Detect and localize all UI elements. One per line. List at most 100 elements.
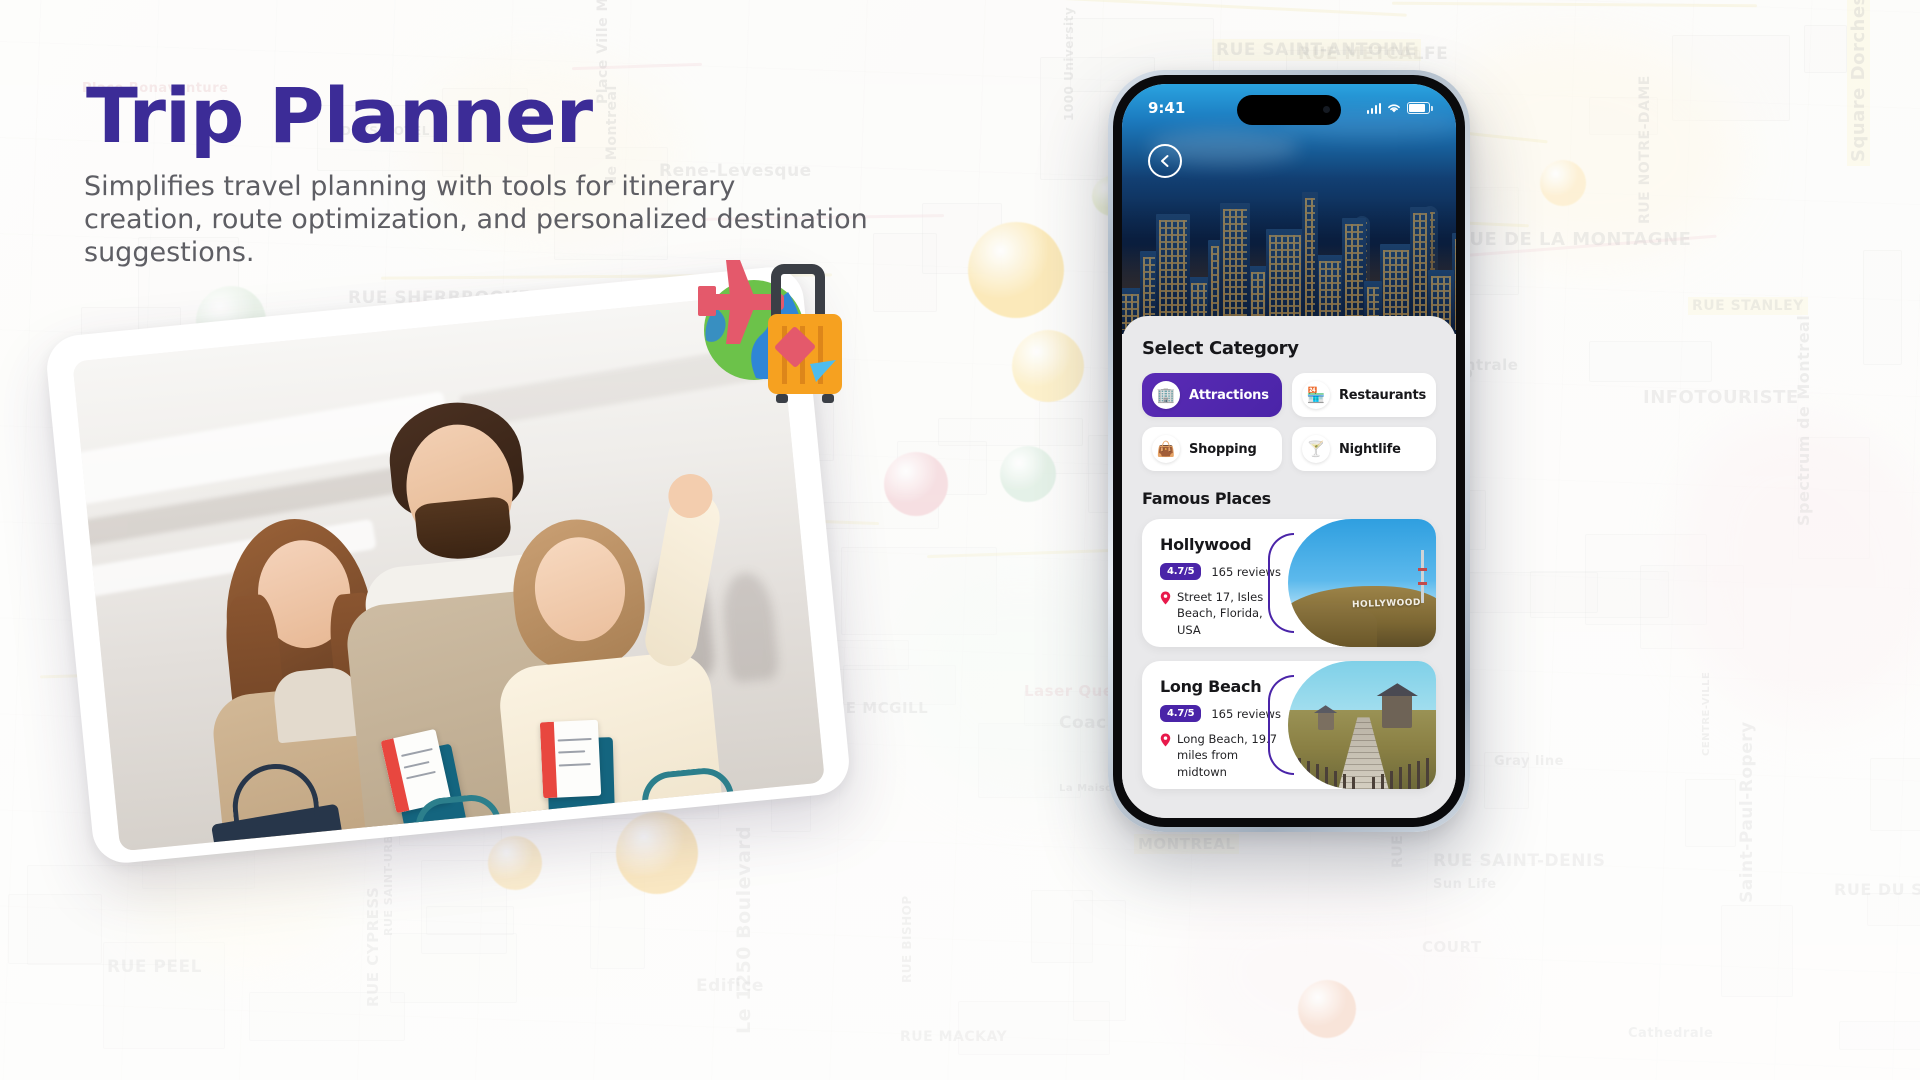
dynamic-island <box>1237 95 1341 125</box>
building <box>1220 203 1250 334</box>
status-indicators <box>1366 102 1433 114</box>
select-category-heading: Select Category <box>1142 338 1299 359</box>
fence-post <box>1298 757 1301 789</box>
map-color-wash <box>1440 40 1740 260</box>
place-thumbnail-long-beach <box>1288 661 1436 789</box>
map-block <box>1685 779 1736 848</box>
globe-plane-suitcase-illustration <box>680 248 860 408</box>
cellular-signal-icon <box>1366 102 1381 114</box>
map-label: Edifice <box>696 976 764 996</box>
phone-screen: 9:41 Trip Planner <box>1122 84 1456 818</box>
phone-mockup: 9:41 Trip Planner <box>1108 70 1470 832</box>
map-label: RUE PEEL <box>107 957 202 977</box>
location-pin-icon <box>1160 591 1171 605</box>
fence-post <box>1372 777 1375 789</box>
map-label: Gray line <box>1494 754 1564 769</box>
map-label: CENTRE-VILLE <box>1701 671 1712 756</box>
map-block <box>938 418 1084 447</box>
decorative-sphere <box>884 452 948 516</box>
fence-post <box>1334 770 1337 789</box>
fence-post <box>1417 761 1420 789</box>
map-block <box>249 992 405 1041</box>
map-block <box>1870 758 1920 832</box>
back-button[interactable] <box>1148 144 1182 178</box>
category-restaurants[interactable]: 🏪 Restaurants <box>1292 373 1436 417</box>
fence-post <box>1307 761 1310 789</box>
map-label: Sun Life <box>1433 877 1497 892</box>
category-nightlife[interactable]: 🍸 Nightlife <box>1292 427 1436 471</box>
map-block <box>1585 534 1707 625</box>
fence-post <box>1325 767 1328 789</box>
map-label: RUE SAINT-ANTOINE <box>1212 39 1421 61</box>
wifi-icon <box>1388 104 1400 113</box>
location-pin-icon <box>1160 733 1171 747</box>
map-label: RUE CYPRESS <box>364 886 382 1007</box>
category-label: Nightlife <box>1339 441 1401 457</box>
boardwalk-plank <box>1338 769 1389 771</box>
map-block <box>1672 35 1790 122</box>
famous-places-heading: Famous Places <box>1142 489 1271 508</box>
suitcase-icon <box>768 264 842 403</box>
fence-post <box>1343 773 1346 789</box>
map-label: RUE BISHOP <box>900 895 914 983</box>
building <box>1410 207 1430 334</box>
map-label: Place Ville Marie <box>595 0 611 104</box>
map-block <box>27 865 177 965</box>
fence-post <box>1426 757 1429 789</box>
category-attractions[interactable]: 🏢 Attractions <box>1142 373 1282 417</box>
chevron-left-icon <box>1161 155 1169 167</box>
map-block <box>1589 97 1659 135</box>
map-label: RUE SAINT-DENIS <box>1433 851 1606 871</box>
map-label: RUE METCALFE <box>1298 44 1449 64</box>
boarding-pass <box>539 719 602 799</box>
map-block <box>1867 893 1920 927</box>
map-label: COURT <box>1422 938 1482 956</box>
building <box>1302 192 1318 334</box>
nightlife-icon: 🍸 <box>1302 435 1330 463</box>
map-label: Square Dorchester <box>1847 0 1870 166</box>
category-label: Shopping <box>1189 441 1257 457</box>
place-thumbnail-hollywood: HOLLYWOOD <box>1288 519 1436 647</box>
status-time: 9:41 <box>1148 99 1186 117</box>
rating-badge: 4.7/5 <box>1160 705 1202 722</box>
map-label: RUE NOTRE-DAME <box>1637 75 1653 224</box>
fence-post <box>1316 764 1319 789</box>
map-label: 1000 University <box>1062 6 1076 121</box>
map-block <box>103 942 226 1049</box>
map-label: RUE MACKAY <box>900 1029 1008 1045</box>
category-shopping[interactable]: 👜 Shopping <box>1142 427 1282 471</box>
decorative-sphere <box>616 812 698 894</box>
decorative-sphere <box>488 836 542 890</box>
category-label: Attractions <box>1189 387 1269 403</box>
decorative-sphere <box>1298 980 1356 1038</box>
map-label: MONTREAL <box>1134 834 1240 854</box>
map-label: Saint-Paul-Ropery <box>1737 721 1757 903</box>
phone-body: 9:41 Trip Planner <box>1113 75 1465 827</box>
map-block <box>958 1001 1111 1056</box>
rating-badge: 4.7/5 <box>1160 563 1202 580</box>
map-route <box>927 0 1407 17</box>
map-block <box>1589 341 1713 383</box>
map-label: Spectrum de Montreal <box>1794 314 1813 526</box>
fence-post <box>1352 777 1355 789</box>
subtitle-line-1: Simplifies travel planning with tools fo… <box>84 171 736 202</box>
shopping-icon: 👜 <box>1152 435 1180 463</box>
map-block <box>1484 752 1529 810</box>
map-label: RUE STANLEY <box>1688 297 1808 315</box>
map-route <box>571 62 702 71</box>
fence-post <box>1390 770 1393 789</box>
map-block <box>1640 565 1745 650</box>
map-color-wash <box>1680 420 1920 720</box>
map-block <box>1073 900 1126 1021</box>
map-block <box>1839 1021 1920 1050</box>
content-sheet: Select Category 🏢 Attractions 🏪 Restaurants… <box>1122 316 1456 818</box>
map-label: INFOTOURISTE <box>1643 387 1799 408</box>
place-card-hollywood[interactable]: Hollywood 4.7/5 165 reviews Street 17, I… <box>1142 519 1436 647</box>
place-card-long-beach[interactable]: Long Beach 4.7/5 165 reviews Long Beach,… <box>1142 661 1436 789</box>
map-label: Cathedrale <box>1628 1026 1714 1041</box>
map-block <box>841 547 997 635</box>
boardwalk-plank <box>1338 763 1389 765</box>
map-label: Le 1250 Boulevard <box>733 825 755 1034</box>
map-block <box>390 933 517 1003</box>
map-block <box>978 723 1081 799</box>
